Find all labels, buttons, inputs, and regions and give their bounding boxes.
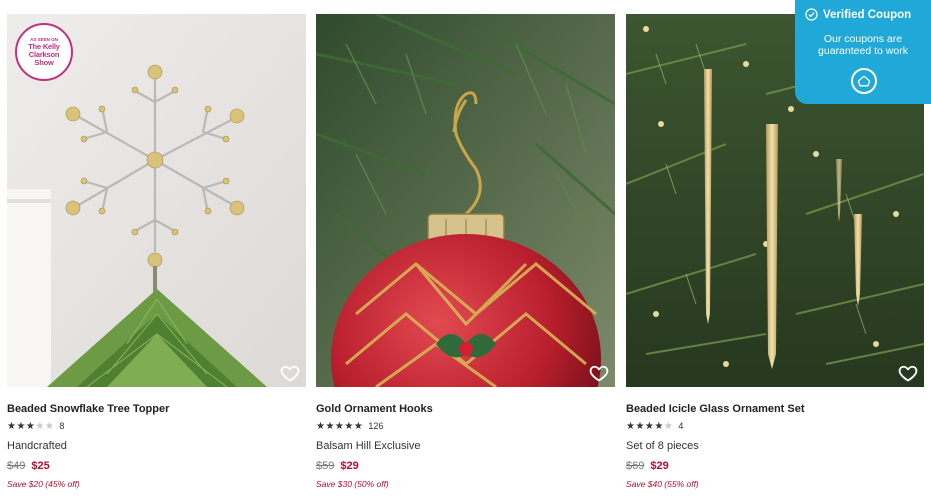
sale-price: $29 bbox=[340, 460, 359, 472]
star-rating-icon: ★★★★★ bbox=[316, 421, 364, 432]
favorite-heart-icon[interactable] bbox=[589, 363, 609, 383]
product-card-ornament-hooks[interactable]: Gold Ornament Hooks ★★★★★ 126 Balsam Hil… bbox=[316, 14, 615, 499]
star-rating-icon: ★★★★★ bbox=[626, 421, 674, 432]
product-card-snowflake-topper[interactable]: AS SEEN ON The Kelly Clarkson Show Beade… bbox=[7, 14, 306, 499]
price-block: $69 $29 bbox=[626, 460, 669, 472]
original-price: $59 bbox=[316, 460, 335, 472]
review-count: 4 bbox=[678, 421, 684, 431]
review-count: 126 bbox=[368, 421, 384, 431]
as-seen-on-tv-badge: AS SEEN ON The Kelly Clarkson Show bbox=[15, 23, 73, 81]
review-count: 8 bbox=[59, 421, 65, 431]
badge-line-4: Show bbox=[34, 58, 54, 67]
home-logo-icon[interactable] bbox=[851, 68, 877, 94]
product-rating[interactable]: ★★★★★ 4 bbox=[626, 420, 683, 433]
savings-text: Save $30 (50% off) bbox=[316, 479, 389, 489]
product-description: Set of 8 pieces bbox=[626, 440, 699, 452]
product-name[interactable]: Gold Ornament Hooks bbox=[316, 403, 433, 415]
sale-price: $29 bbox=[650, 460, 669, 472]
verified-coupon-popup[interactable]: Verified Coupon Our coupons are guarante… bbox=[795, 0, 931, 104]
check-circle-icon bbox=[805, 8, 818, 21]
product-rating[interactable]: ★★★★★ 126 bbox=[316, 420, 383, 433]
favorite-heart-icon[interactable] bbox=[898, 363, 918, 383]
price-block: $59 $29 bbox=[316, 460, 359, 472]
sale-price: $25 bbox=[31, 460, 50, 472]
product-name[interactable]: Beaded Snowflake Tree Topper bbox=[7, 403, 169, 415]
product-name[interactable]: Beaded Icicle Glass Ornament Set bbox=[626, 403, 805, 415]
coupon-title-row: Verified Coupon bbox=[805, 8, 911, 21]
original-price: $69 bbox=[626, 460, 645, 472]
product-description: Handcrafted bbox=[7, 440, 67, 452]
coupon-message: Our coupons are guaranteed to work bbox=[818, 33, 908, 57]
price-block: $49 $25 bbox=[7, 460, 50, 472]
coupon-title: Verified Coupon bbox=[823, 8, 912, 21]
savings-text: Save $20 (45% off) bbox=[7, 479, 80, 489]
savings-text: Save $40 (55% off) bbox=[626, 479, 699, 489]
star-rating-icon: ★★★★★ bbox=[7, 421, 55, 432]
product-grid: AS SEEN ON The Kelly Clarkson Show Beade… bbox=[7, 14, 927, 499]
product-image[interactable] bbox=[316, 14, 615, 387]
favorite-heart-icon[interactable] bbox=[280, 363, 300, 383]
original-price: $49 bbox=[7, 460, 26, 472]
product-description: Balsam Hill Exclusive bbox=[316, 440, 421, 452]
product-rating[interactable]: ★★★★★ 8 bbox=[7, 420, 64, 433]
